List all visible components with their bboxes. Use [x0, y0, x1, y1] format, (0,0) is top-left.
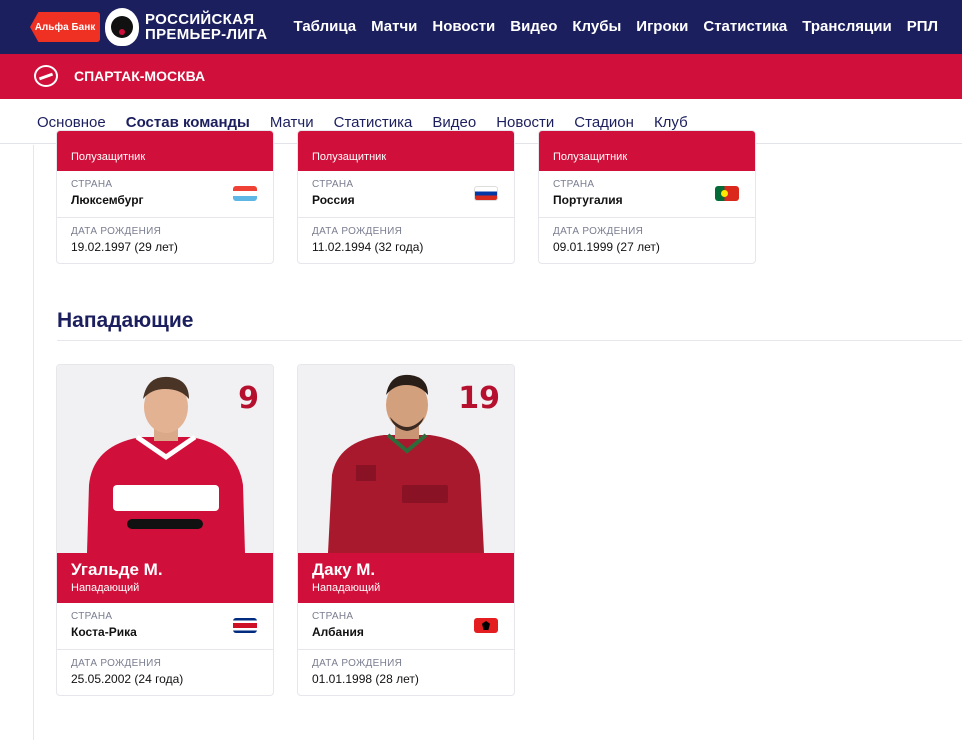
top-nav: Таблица Матчи Новости Видео Клубы Игроки…: [294, 18, 938, 35]
top-nav-table[interactable]: Таблица: [294, 18, 357, 35]
tab-statistics[interactable]: Статистика: [334, 114, 413, 131]
league-name-line2: ПРЕМЬЕР-ЛИГА: [145, 26, 268, 43]
sponsor-label: Альфа Банк: [34, 21, 96, 33]
birth-label: ДАТА РОЖДЕНИЯ: [312, 226, 403, 237]
top-nav-broadcasts[interactable]: Трансляции: [802, 18, 891, 35]
league-name[interactable]: РОССИЙСКАЯ ПРЕМЬЕР-ЛИГА: [145, 12, 267, 42]
player-country: Албания: [312, 625, 364, 639]
player-country: Коста-Рика: [71, 625, 137, 639]
birth-label: ДАТА РОЖДЕНИЯ: [553, 226, 644, 237]
player-position: Полузащитник: [539, 131, 755, 171]
tab-news[interactable]: Новости: [496, 114, 554, 131]
top-nav-clubs[interactable]: Клубы: [572, 18, 621, 35]
player-birth: 09.01.1999 (27 лет): [553, 240, 660, 254]
player-name[interactable]: Даку М.: [312, 560, 500, 580]
rpl-logo-icon[interactable]: [105, 8, 139, 46]
birth-label: ДАТА РОЖДЕНИЯ: [312, 658, 403, 669]
player-position: Полузащитник: [57, 131, 273, 171]
russia-flag-icon: [474, 186, 498, 201]
player-photo: 9: [57, 365, 273, 553]
tab-squad[interactable]: Состав команды: [125, 114, 250, 147]
league-name-line1: РОССИЙСКАЯ: [145, 11, 255, 28]
costa-rica-flag-icon: [233, 618, 257, 633]
player-card[interactable]: Полузащитник СТРАНА Люксембург ДАТА РОЖД…: [56, 130, 274, 264]
player-photo: 19: [298, 365, 514, 553]
country-label: СТРАНА: [312, 611, 354, 622]
top-nav-rpl[interactable]: РПЛ: [907, 18, 938, 35]
tab-club[interactable]: Клуб: [654, 114, 688, 131]
section-divider: [57, 340, 962, 341]
player-birth: 25.05.2002 (24 года): [71, 672, 184, 686]
section-title-forwards: Нападающие: [57, 309, 194, 332]
player-country: Люксембург: [71, 193, 144, 207]
tab-matches[interactable]: Матчи: [270, 114, 314, 131]
player-position: Нападающий: [71, 582, 140, 594]
birth-label: ДАТА РОЖДЕНИЯ: [71, 226, 162, 237]
content-divider: [33, 145, 34, 740]
tab-video[interactable]: Видео: [432, 114, 476, 131]
player-card[interactable]: 9 Угальде М. Нападающий СТРАНА Коста-Рик…: [56, 364, 274, 696]
league-header: Альфа Банк РОССИЙСКАЯ ПРЕМЬЕР-ЛИГА Табли…: [0, 0, 962, 54]
player-number: 19: [458, 381, 500, 416]
player-number: 9: [238, 381, 259, 416]
club-bar: СПАРТАК-МОСКВА: [0, 54, 962, 99]
country-label: СТРАНА: [553, 179, 595, 190]
player-birth: 19.02.1997 (29 лет): [71, 240, 178, 254]
top-nav-video[interactable]: Видео: [510, 18, 557, 35]
country-label: СТРАНА: [71, 179, 113, 190]
country-label: СТРАНА: [71, 611, 113, 622]
player-position: Полузащитник: [298, 131, 514, 171]
country-label: СТРАНА: [312, 179, 354, 190]
tab-overview[interactable]: Основное: [37, 114, 106, 131]
player-card[interactable]: 19 Даку М. Нападающий СТРАНА Албания ДАТ…: [297, 364, 515, 696]
player-country: Россия: [312, 193, 355, 207]
player-country: Португалия: [553, 193, 623, 207]
top-nav-players[interactable]: Игроки: [636, 18, 688, 35]
player-card[interactable]: Полузащитник СТРАНА Россия ДАТА РОЖДЕНИЯ…: [297, 130, 515, 264]
player-birth: 01.01.1998 (28 лет): [312, 672, 419, 686]
player-card[interactable]: Полузащитник СТРАНА Португалия ДАТА РОЖД…: [538, 130, 756, 264]
club-name[interactable]: СПАРТАК-МОСКВА: [74, 68, 205, 84]
player-position: Нападающий: [312, 582, 381, 594]
player-birth: 11.02.1994 (32 года): [312, 240, 424, 254]
top-nav-news[interactable]: Новости: [432, 18, 495, 35]
player-name[interactable]: Угальде М.: [71, 560, 259, 580]
sponsor-logo[interactable]: Альфа Банк: [30, 12, 100, 42]
top-nav-matches[interactable]: Матчи: [371, 18, 417, 35]
spartak-emblem-icon[interactable]: [34, 65, 58, 87]
birth-label: ДАТА РОЖДЕНИЯ: [71, 658, 162, 669]
luxembourg-flag-icon: [233, 186, 257, 201]
top-nav-stats[interactable]: Статистика: [703, 18, 787, 35]
tab-stadium[interactable]: Стадион: [574, 114, 634, 131]
albania-flag-icon: [474, 618, 498, 633]
portugal-flag-icon: [715, 186, 739, 201]
